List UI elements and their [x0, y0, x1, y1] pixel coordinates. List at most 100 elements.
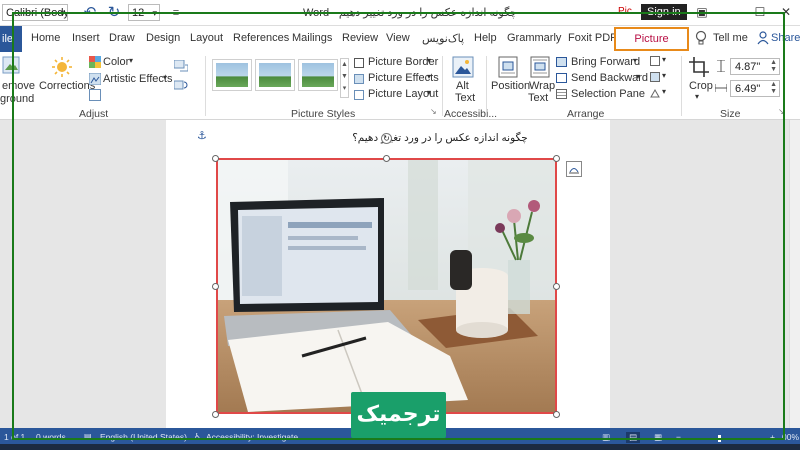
dialog-launcher-icon[interactable]: ↘	[778, 107, 785, 116]
resize-handle-left[interactable]	[212, 283, 219, 290]
tab-layout[interactable]: Layout	[190, 32, 223, 44]
chevron-down-icon: ▾	[662, 87, 667, 96]
undo-icon[interactable]: ↶	[80, 3, 100, 23]
tell-me-search[interactable]: Tell me	[713, 32, 748, 44]
dialog-launcher-icon[interactable]: ↘	[430, 107, 437, 116]
chevron-down-icon: ▾	[129, 56, 134, 65]
tab-grammarly[interactable]: Grammarly	[507, 32, 561, 44]
height-icon	[717, 60, 725, 72]
tab-draw[interactable]: Draw	[109, 32, 135, 44]
tab-paknevis[interactable]: پاک‌نویس	[422, 32, 464, 45]
tab-view[interactable]: View	[386, 32, 410, 44]
accessibility-status[interactable]: Accessibility: Investigate	[206, 432, 298, 442]
wrap-text-icon[interactable]	[530, 56, 550, 78]
position-icon[interactable]	[498, 56, 518, 78]
tab-mailings[interactable]: Mailings	[292, 32, 332, 44]
sun-icon[interactable]	[51, 56, 73, 78]
height-field[interactable]: 4.87" ▲ ▼	[730, 58, 780, 75]
share-button[interactable]: Share	[771, 32, 800, 44]
minimize-icon[interactable]: —	[722, 3, 742, 21]
tab-insert[interactable]: Insert	[72, 32, 100, 44]
font-name-box[interactable]: Calibri (Body) ▾	[2, 4, 68, 21]
crop-icon[interactable]	[688, 56, 710, 78]
chevron-down-icon: ▾	[152, 8, 157, 18]
adjust-group-label: Adjust	[79, 108, 109, 120]
rotate-icon[interactable]	[650, 88, 660, 98]
maximize-icon[interactable]: ☐	[750, 3, 770, 21]
read-mode-icon[interactable]: ▥	[602, 432, 610, 443]
zoom-out-icon[interactable]: −	[676, 432, 681, 442]
vertical-scrollbar[interactable]	[789, 120, 800, 428]
crop-button[interactable]: Crop	[689, 80, 713, 92]
web-layout-icon[interactable]: ▦	[654, 432, 662, 443]
word-count[interactable]: 0 words	[36, 432, 66, 442]
tab-review[interactable]: Review	[342, 32, 378, 44]
zoom-slider[interactable]	[688, 438, 768, 439]
zoom-in-icon[interactable]: +	[770, 432, 775, 442]
wrap-text-label-1: Wrap	[529, 80, 556, 92]
resize-handle-top[interactable]	[383, 155, 390, 162]
alt-text-icon[interactable]	[452, 56, 474, 78]
position-button[interactable]: Position	[491, 80, 530, 92]
spinner-icon[interactable]: ▲ ▼	[770, 59, 777, 73]
width-field[interactable]: 6.49" ▲ ▼	[730, 80, 780, 97]
chevron-down-icon: ▾	[427, 72, 432, 81]
gallery-scroll[interactable]: ▲ ▼ ▾	[340, 58, 349, 98]
zoom-slider-thumb[interactable]	[718, 435, 721, 442]
selection-pane-button[interactable]: Selection Pane	[571, 88, 645, 100]
tab-foxit-pdf[interactable]: Foxit PDF	[568, 32, 617, 44]
group-divider	[205, 56, 206, 116]
ribbon-tabs: ile Home Insert Draw Design Layout Refer…	[0, 26, 800, 65]
remove-background-icon[interactable]	[2, 56, 20, 74]
zoom-level[interactable]: 00%	[782, 432, 799, 442]
chevron-down-icon: ▾	[633, 56, 638, 65]
tab-design[interactable]: Design	[146, 32, 180, 44]
change-picture-icon[interactable]	[174, 79, 188, 91]
close-icon[interactable]: ✕	[776, 3, 796, 21]
tab-home[interactable]: Home	[31, 32, 60, 44]
proofing-icon[interactable]: ▤	[84, 432, 92, 441]
chevron-down-icon: ▾	[636, 72, 641, 81]
selected-picture[interactable]	[216, 158, 557, 414]
sign-in-button[interactable]: Sign in	[641, 4, 687, 20]
bring-forward-button[interactable]: Bring Forward	[571, 56, 640, 68]
remove-background-label-2: ground	[0, 93, 35, 105]
tab-help[interactable]: Help	[474, 32, 497, 44]
resize-handle-bottom-left[interactable]	[212, 411, 219, 418]
font-size-value: 12	[132, 7, 145, 19]
color-button[interactable]: Color	[103, 56, 129, 68]
resize-handle-right[interactable]	[553, 283, 560, 290]
print-layout-icon[interactable]: ▤	[626, 432, 641, 443]
size-group-label: Size	[720, 108, 741, 120]
picture-styles-group-label: Picture Styles	[291, 108, 356, 120]
tab-references[interactable]: References	[233, 32, 289, 44]
group-divider	[442, 56, 443, 116]
resize-handle-top-left[interactable]	[212, 155, 219, 162]
picture-style-thumb-1[interactable]	[212, 59, 252, 91]
picture-style-thumb-3[interactable]	[298, 59, 338, 91]
reset-picture-icon[interactable]	[89, 89, 101, 101]
font-size-box[interactable]: 12 ▾	[128, 4, 160, 21]
accessibility-icon: ♿	[194, 432, 202, 441]
document-heading[interactable]: چگونه اندازه عکس را در ورد تغییر دهیم؟	[352, 132, 528, 144]
desk-photo-image	[218, 160, 555, 412]
tab-picture-format[interactable]: Picture Format	[614, 27, 689, 65]
resize-handle-top-right[interactable]	[553, 155, 560, 162]
redo-icon[interactable]: ↻	[104, 3, 124, 23]
picture-tools-label: Pic	[618, 6, 632, 17]
resize-handle-bottom-right[interactable]	[553, 411, 560, 418]
page-count[interactable]: 1 of 1	[4, 432, 25, 442]
tab-file[interactable]: ile	[0, 26, 22, 52]
align-icon[interactable]	[650, 56, 660, 66]
rotate-handle-icon[interactable]: ↻	[381, 133, 392, 144]
layout-options-icon[interactable]	[566, 161, 582, 177]
group-objects-icon[interactable]	[650, 72, 660, 82]
picture-style-thumb-2[interactable]	[255, 59, 295, 91]
compress-pictures-icon[interactable]	[174, 60, 188, 72]
language-indicator[interactable]: English (United States)	[100, 432, 187, 442]
customize-toolbar-icon[interactable]: ≡	[166, 3, 186, 23]
ribbon-display-icon[interactable]: ▣	[692, 3, 712, 21]
corrections-button[interactable]: Corrections	[39, 80, 95, 92]
spinner-icon[interactable]: ▲ ▼	[770, 81, 777, 95]
width-icon	[715, 84, 727, 92]
